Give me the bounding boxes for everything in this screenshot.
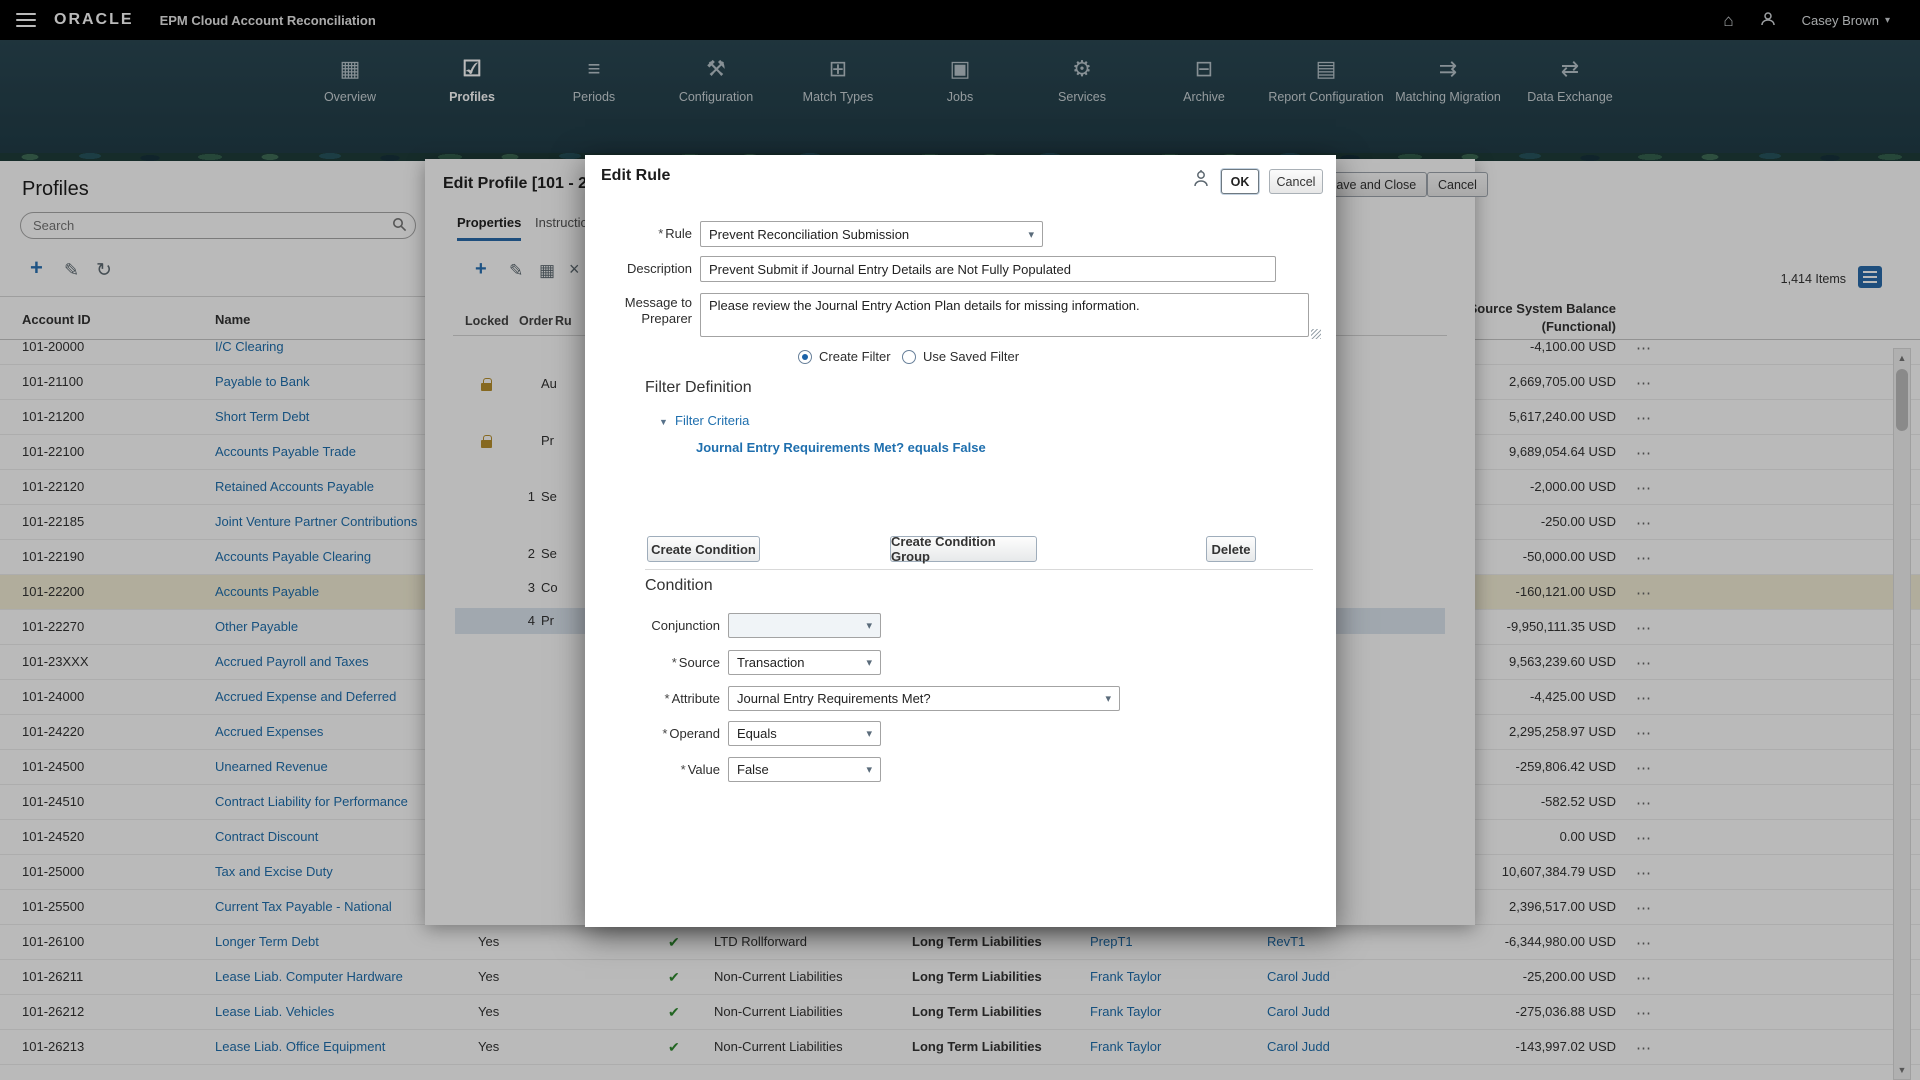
attribute-select[interactable]: Journal Entry Requirements Met? ▾ xyxy=(728,686,1120,711)
operand-value: Equals xyxy=(737,726,777,741)
rule-label: *Rule xyxy=(585,226,692,241)
rule-select[interactable]: Prevent Reconciliation Submission ▾ xyxy=(700,221,1043,247)
value-value: False xyxy=(737,762,769,777)
chevron-down-icon: ▾ xyxy=(1020,228,1034,241)
rule-select-value: Prevent Reconciliation Submission xyxy=(709,227,909,242)
operand-select[interactable]: Equals ▾ xyxy=(728,721,881,746)
source-value: Transaction xyxy=(737,655,804,670)
chevron-down-icon: ▾ xyxy=(1097,692,1111,705)
ok-button[interactable]: OK xyxy=(1221,169,1259,194)
attribute-label: *Attribute xyxy=(590,691,720,706)
chevron-down-icon: ▾ xyxy=(858,763,872,776)
conjunction-select[interactable]: ▾ xyxy=(728,613,881,638)
message-label-line2: Preparer xyxy=(585,311,692,326)
radio-unselected-icon xyxy=(902,350,916,364)
create-condition-button[interactable]: Create Condition xyxy=(647,536,760,562)
assistant-icon[interactable] xyxy=(1191,169,1213,191)
source-select[interactable]: Transaction ▾ xyxy=(728,650,881,675)
criteria-condition-link[interactable]: Journal Entry Requirements Met? equals F… xyxy=(696,440,986,455)
chevron-down-icon: ▾ xyxy=(858,727,872,740)
value-label: *Value xyxy=(590,762,720,777)
chevron-down-icon: ▾ xyxy=(858,656,872,669)
radio-selected-icon xyxy=(798,350,812,364)
filter-definition-heading: Filter Definition xyxy=(645,379,752,397)
edit-rule-title: Edit Rule xyxy=(601,167,670,185)
value-select[interactable]: False ▾ xyxy=(728,757,881,782)
operand-label: *Operand xyxy=(590,726,720,741)
description-label: Description xyxy=(585,261,692,276)
conjunction-label: Conjunction xyxy=(590,618,720,633)
collapse-triangle-icon[interactable]: ▼ xyxy=(659,417,668,427)
edit-rule-modal: Edit Rule OK Cancel *Rule Prevent Reconc… xyxy=(585,155,1336,927)
application-window: ORACLE EPM Cloud Account Reconciliation … xyxy=(0,0,1920,1080)
message-to-preparer-textarea[interactable]: Please review the Journal Entry Action P… xyxy=(700,293,1309,337)
message-label-line1: Message to xyxy=(585,295,692,310)
textarea-resize-handle[interactable] xyxy=(1311,329,1321,339)
source-label: *Source xyxy=(590,655,720,670)
cancel-button[interactable]: Cancel xyxy=(1269,169,1323,194)
attribute-value: Journal Entry Requirements Met? xyxy=(737,691,931,706)
condition-heading: Condition xyxy=(645,577,713,595)
description-input[interactable] xyxy=(700,256,1276,282)
filter-criteria-link[interactable]: Filter Criteria xyxy=(675,413,749,428)
section-divider xyxy=(645,569,1313,570)
delete-button[interactable]: Delete xyxy=(1206,536,1256,562)
chevron-down-icon: ▾ xyxy=(858,619,872,632)
create-condition-group-button[interactable]: Create Condition Group xyxy=(890,536,1037,562)
create-filter-radio[interactable]: Create Filter xyxy=(798,349,891,364)
use-saved-filter-radio[interactable]: Use Saved Filter xyxy=(902,349,1019,364)
